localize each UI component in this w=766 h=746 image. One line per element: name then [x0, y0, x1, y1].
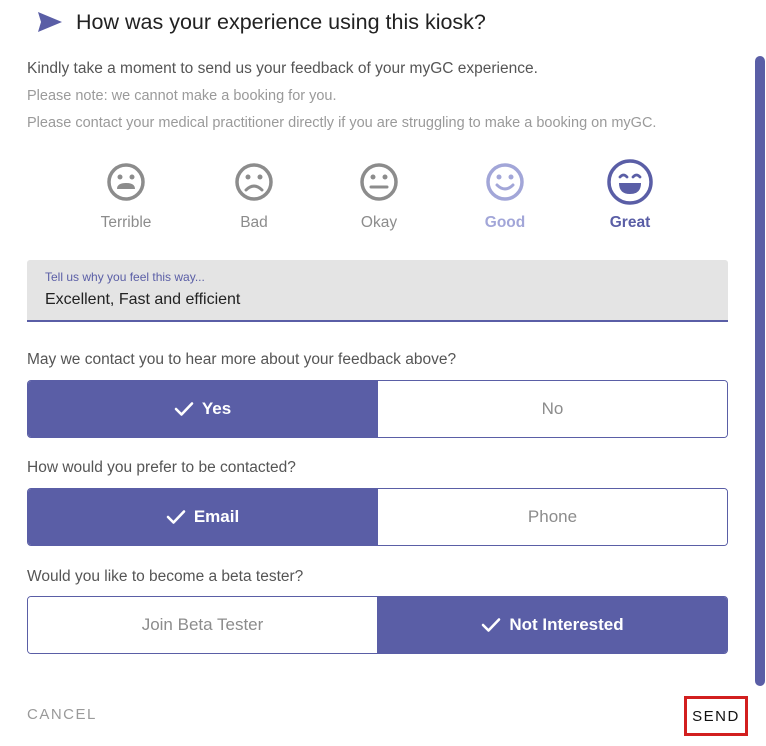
- join-beta-label: Join Beta Tester: [141, 615, 264, 634]
- practitioner-note: Please contact your medical practitioner…: [27, 115, 657, 131]
- contact-question: May we contact you to hear more about yo…: [27, 351, 457, 368]
- phone-option-label: Phone: [527, 507, 578, 526]
- join-beta-option[interactable]: Join Beta Tester: [28, 597, 377, 653]
- email-option-label: Email: [193, 507, 240, 526]
- terrible-face-icon: [107, 163, 145, 201]
- booking-note: Please note: we cannot make a booking fo…: [27, 88, 337, 104]
- rating-label: Great: [609, 214, 651, 231]
- rating-great[interactable]: Great: [590, 158, 670, 232]
- good-face-icon: [486, 163, 524, 201]
- rating-label: Bad: [240, 214, 268, 231]
- feedback-field[interactable]: Tell us why you feel this way... Excelle…: [27, 260, 728, 322]
- dialog-title: How was your experience using this kiosk…: [76, 9, 486, 34]
- rating-bad[interactable]: Bad: [214, 158, 294, 232]
- scrollbar[interactable]: [755, 56, 765, 686]
- contact-method-question: How would you prefer to be contacted?: [27, 459, 296, 476]
- check-icon: [166, 510, 186, 524]
- no-option-label: No: [541, 399, 564, 418]
- email-option[interactable]: Email: [28, 489, 377, 545]
- contact-method-toggle: Email Phone: [27, 488, 728, 546]
- no-option[interactable]: No: [377, 381, 727, 437]
- send-icon: [38, 12, 62, 32]
- feedback-dialog: How was your experience using this kiosk…: [0, 0, 766, 746]
- intro-text: Kindly take a moment to send us your fee…: [27, 60, 538, 77]
- rating-label: Okay: [360, 214, 398, 231]
- rating-okay[interactable]: Okay: [339, 158, 419, 232]
- phone-option[interactable]: Phone: [377, 489, 727, 545]
- contact-toggle: Yes No: [27, 380, 728, 438]
- beta-toggle: Join Beta Tester Not Interested: [27, 596, 728, 654]
- not-interested-label: Not Interested: [509, 615, 624, 634]
- cancel-button[interactable]: CANCEL: [27, 706, 97, 723]
- rating-label: Terrible: [100, 214, 152, 231]
- check-icon: [174, 402, 194, 416]
- feedback-field-value[interactable]: Excellent, Fast and efficient: [45, 291, 240, 309]
- dialog-header: How was your experience using this kiosk…: [36, 6, 486, 38]
- okay-face-icon: [360, 163, 398, 201]
- rating-label: Good: [484, 214, 526, 231]
- feedback-field-label: Tell us why you feel this way...: [45, 270, 205, 284]
- check-icon: [482, 618, 501, 632]
- not-interested-option[interactable]: Not Interested: [377, 597, 727, 653]
- rating-terrible[interactable]: Terrible: [86, 158, 166, 232]
- beta-question: Would you like to become a beta tester?: [27, 568, 304, 585]
- rating-good[interactable]: Good: [465, 158, 545, 232]
- great-face-icon: [607, 159, 653, 205]
- yes-option[interactable]: Yes: [28, 381, 377, 437]
- bad-face-icon: [235, 163, 273, 201]
- send-button[interactable]: SEND: [684, 696, 748, 736]
- yes-option-label: Yes: [201, 399, 232, 418]
